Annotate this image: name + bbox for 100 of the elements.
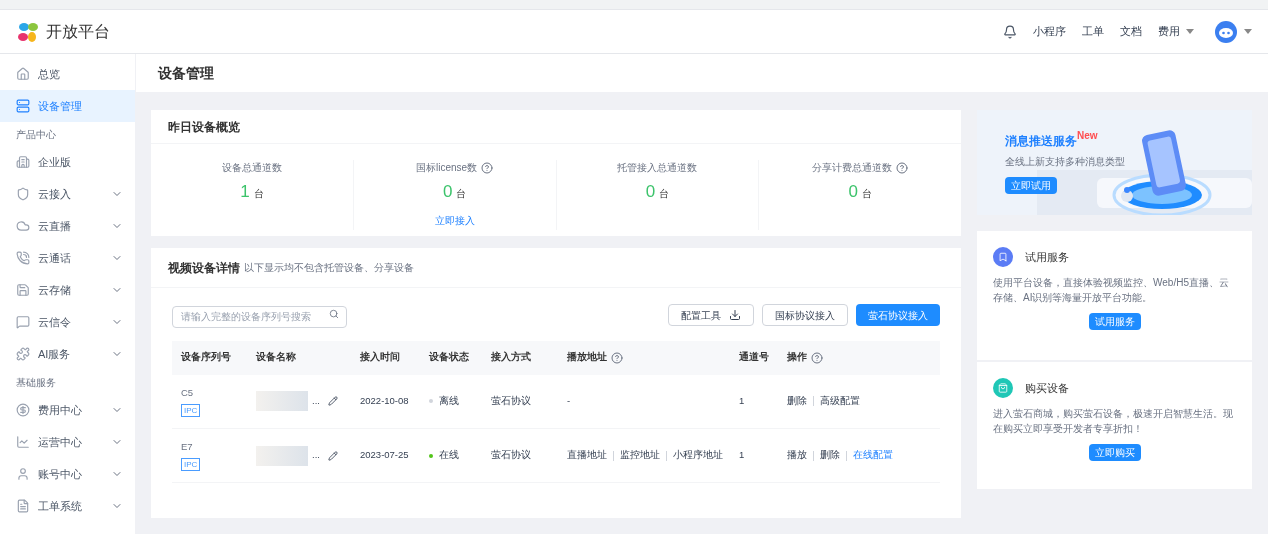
sidebar-item[interactable]: 费用中心 [0, 394, 135, 426]
phone-icon [16, 251, 30, 265]
sidebar-item[interactable]: 云直播 [0, 210, 135, 242]
column-header: 接入时间 [360, 350, 400, 365]
action-button[interactable]: 国标协议接入 [762, 304, 848, 327]
device-tag: IPC [181, 458, 201, 472]
stat-label: 托管接入总通道数 [617, 161, 698, 175]
card-title: 试用服务 [1025, 249, 1069, 265]
page-title: 设备管理 [158, 63, 214, 83]
nav-link[interactable]: 费用 [1158, 23, 1194, 40]
sidebar-item[interactable]: 企业版 [0, 146, 135, 178]
promo-title: 消息推送服务 [1005, 134, 1077, 150]
new-label: New [1077, 129, 1098, 141]
stat-label: 设备总通道数 [221, 161, 282, 175]
device-name: ... [312, 448, 320, 463]
section-label: 基础服务 [15, 375, 57, 390]
device-tag: IPC [181, 403, 201, 417]
edit-icon[interactable] [327, 396, 338, 407]
download-icon [729, 309, 741, 322]
table-cell: 1 [739, 449, 745, 461]
search-field[interactable]: 请输入完整的设备序列号搜索 [172, 305, 347, 328]
row-action-link[interactable]: 高级配置 [820, 394, 860, 409]
address-link[interactable]: 监控地址 [620, 448, 660, 463]
table-cell: 1 [739, 395, 745, 407]
column-header: 设备序列号 [181, 350, 231, 365]
card-description: 使用平台设备，直接体验视频监控、Web/H5直播、云存储、AI识别等海量开放平台功能。 [993, 276, 1230, 305]
item-label: 设备管理 [38, 98, 83, 114]
item-label: 账号中心 [38, 466, 83, 482]
stat-label: 分享计费总通道数 [812, 161, 893, 175]
item-label: 工单系统 [38, 498, 83, 514]
redacted-mask [256, 391, 308, 412]
sidebar-item[interactable]: 云存储 [0, 274, 135, 306]
sidebar-item[interactable]: 总览 [0, 58, 135, 90]
row-action-link[interactable]: 删除 [787, 394, 807, 409]
table-cell: 萤石协议 [491, 395, 531, 407]
item-label: 云直播 [38, 218, 72, 234]
row-action-link[interactable]: 播放 [787, 448, 807, 463]
table-cell: 2022-10-08 [360, 395, 409, 407]
redacted-mask [256, 445, 308, 466]
section-label: 产品中心 [15, 127, 57, 142]
puzzle-icon [16, 347, 30, 361]
address-link[interactable]: 小程序地址 [673, 448, 723, 463]
nav-link[interactable]: 文档 [1120, 23, 1142, 40]
item-label: 费用中心 [38, 402, 83, 418]
avatar-menu[interactable] [1214, 19, 1252, 44]
card-title: 购买设备 [1025, 380, 1069, 396]
item-label: AI服务 [38, 346, 72, 362]
action-button[interactable]: 配置工具 [668, 304, 754, 327]
sidebar-item[interactable]: 设备管理 [0, 90, 135, 122]
bell-icon[interactable] [1003, 24, 1017, 39]
row-action-link[interactable]: 删除 [820, 448, 840, 463]
document-icon [16, 499, 30, 513]
sidebar-item[interactable]: 账号中心 [0, 458, 135, 490]
sidebar-item[interactable]: 云通话 [0, 242, 135, 274]
stat-unit: 台 [659, 187, 670, 201]
stat-value: 0 [645, 181, 656, 203]
search-icon [329, 309, 339, 319]
sidebar-item[interactable]: 运营中心 [0, 426, 135, 458]
edit-icon[interactable] [327, 450, 338, 461]
item-label: 云通话 [38, 250, 72, 266]
card-description: 进入萤石商城，购买萤石设备，极速开启智慧生活。现在购买立即享受开发者专享折扣！ [993, 407, 1234, 436]
avatar-icon [1214, 19, 1238, 44]
sidebar-item[interactable]: 云信令 [0, 306, 135, 338]
row-action-link[interactable]: 在线配置 [853, 448, 893, 463]
card-title: 视频设备详情 [168, 259, 240, 277]
connect-link[interactable]: 立即接入 [434, 212, 475, 228]
home-icon [16, 67, 30, 81]
stat-unit: 台 [861, 187, 872, 201]
item-label: 云存储 [38, 282, 72, 298]
card-title: 昨日设备概览 [168, 118, 240, 136]
cloud-icon [16, 219, 30, 233]
item-label: 运营中心 [38, 434, 83, 450]
sidebar-item[interactable]: 云接入 [0, 178, 135, 210]
help-icon[interactable] [611, 351, 623, 364]
sidebar-item[interactable]: 工单系统 [0, 490, 135, 522]
coin-icon [16, 403, 30, 417]
table-cell: 萤石协议 [491, 449, 531, 461]
caret-icon [1244, 29, 1252, 34]
user-icon [16, 467, 30, 481]
column-header: 设备状态 [429, 350, 469, 365]
stat-value: 0 [848, 181, 858, 203]
brand-name: 开放平台 [46, 21, 110, 42]
chart-icon [16, 435, 30, 449]
status-text: 在线 [439, 448, 459, 463]
help-icon[interactable] [896, 161, 909, 174]
nav-link[interactable]: 小程序 [1033, 23, 1066, 40]
address-link[interactable]: 直播地址 [567, 448, 607, 463]
caret-icon [1186, 29, 1194, 34]
building-icon [16, 155, 30, 169]
address-link[interactable]: - [567, 394, 571, 409]
stat-unit: 台 [456, 187, 467, 201]
stat-unit: 台 [253, 187, 264, 201]
sidebar-item[interactable]: AI服务 [0, 338, 135, 370]
nav-link[interactable]: 工单 [1082, 23, 1104, 40]
help-icon[interactable] [811, 351, 823, 364]
card-note: 以下显示均不包含托管设备、分享设备 [244, 261, 414, 275]
column-header: 设备名称 [256, 350, 296, 365]
stat-value: 1 [240, 181, 250, 203]
device-name: ... [312, 394, 320, 409]
help-icon[interactable] [481, 161, 494, 174]
